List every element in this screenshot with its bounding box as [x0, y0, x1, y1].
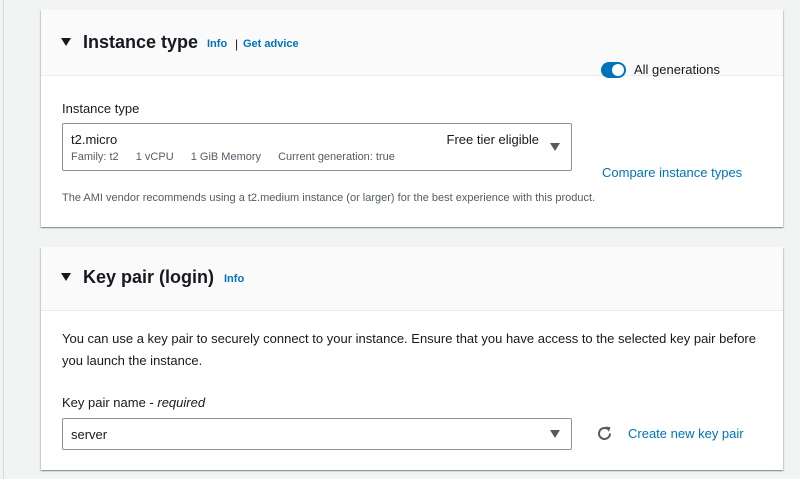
- dropdown-arrow-icon: [550, 430, 560, 438]
- caret-down-icon[interactable]: [61, 38, 71, 46]
- selected-instance-name: t2.micro: [71, 132, 118, 147]
- compare-instance-types-link[interactable]: Compare instance types: [602, 165, 742, 180]
- all-generations-label[interactable]: All generations: [634, 62, 720, 77]
- instance-type-panel: Instance type Info | Get advice Instance…: [41, 10, 783, 227]
- instance-vcpu: 1 vCPU: [135, 151, 174, 163]
- toggle-knob: [612, 64, 624, 76]
- key-pair-panel: Key pair (login) Info You can use a key …: [41, 247, 783, 470]
- instance-type-select[interactable]: t2.micro Family: t2 1 vCPU 1 GiB Memory …: [62, 123, 572, 171]
- key-pair-header[interactable]: Key pair (login) Info: [41, 247, 783, 311]
- key-pair-name-label-text: Key pair name -: [62, 395, 158, 410]
- instance-specs: Family: t2 1 vCPU 1 GiB Memory Current g…: [71, 151, 409, 163]
- page-left-border: [3, 0, 4, 479]
- ami-recommendation-text: The AMI vendor recommends using a t2.med…: [62, 192, 596, 204]
- required-marker: required: [157, 395, 206, 410]
- instance-memory: 1 GiB Memory: [190, 151, 262, 163]
- get-advice-link[interactable]: Get advice: [243, 38, 299, 50]
- dropdown-arrow-icon: [550, 143, 560, 151]
- free-tier-badge: Free tier eligible: [446, 132, 540, 147]
- refresh-icon[interactable]: [596, 425, 613, 442]
- key-pair-name-label: Key pair name - required: [62, 395, 205, 410]
- create-new-key-pair-link[interactable]: Create new key pair: [628, 426, 744, 441]
- instance-type-title: Instance type: [83, 32, 199, 52]
- caret-down-icon[interactable]: [61, 273, 71, 281]
- key-pair-title: Key pair (login): [83, 267, 215, 287]
- selected-key-pair: server: [71, 427, 108, 442]
- all-generations-toggle[interactable]: [601, 62, 626, 78]
- key-pair-description: You can use a key pair to securely conne…: [62, 331, 756, 368]
- link-separator: |: [235, 37, 239, 51]
- key-pair-info-link[interactable]: Info: [224, 273, 244, 285]
- instance-type-info-link[interactable]: Info: [207, 38, 227, 50]
- key-pair-select[interactable]: server: [62, 418, 572, 450]
- instance-family: Family: t2: [71, 151, 119, 163]
- instance-generation: Current generation: true: [278, 151, 395, 163]
- instance-type-field-label: Instance type: [62, 101, 140, 116]
